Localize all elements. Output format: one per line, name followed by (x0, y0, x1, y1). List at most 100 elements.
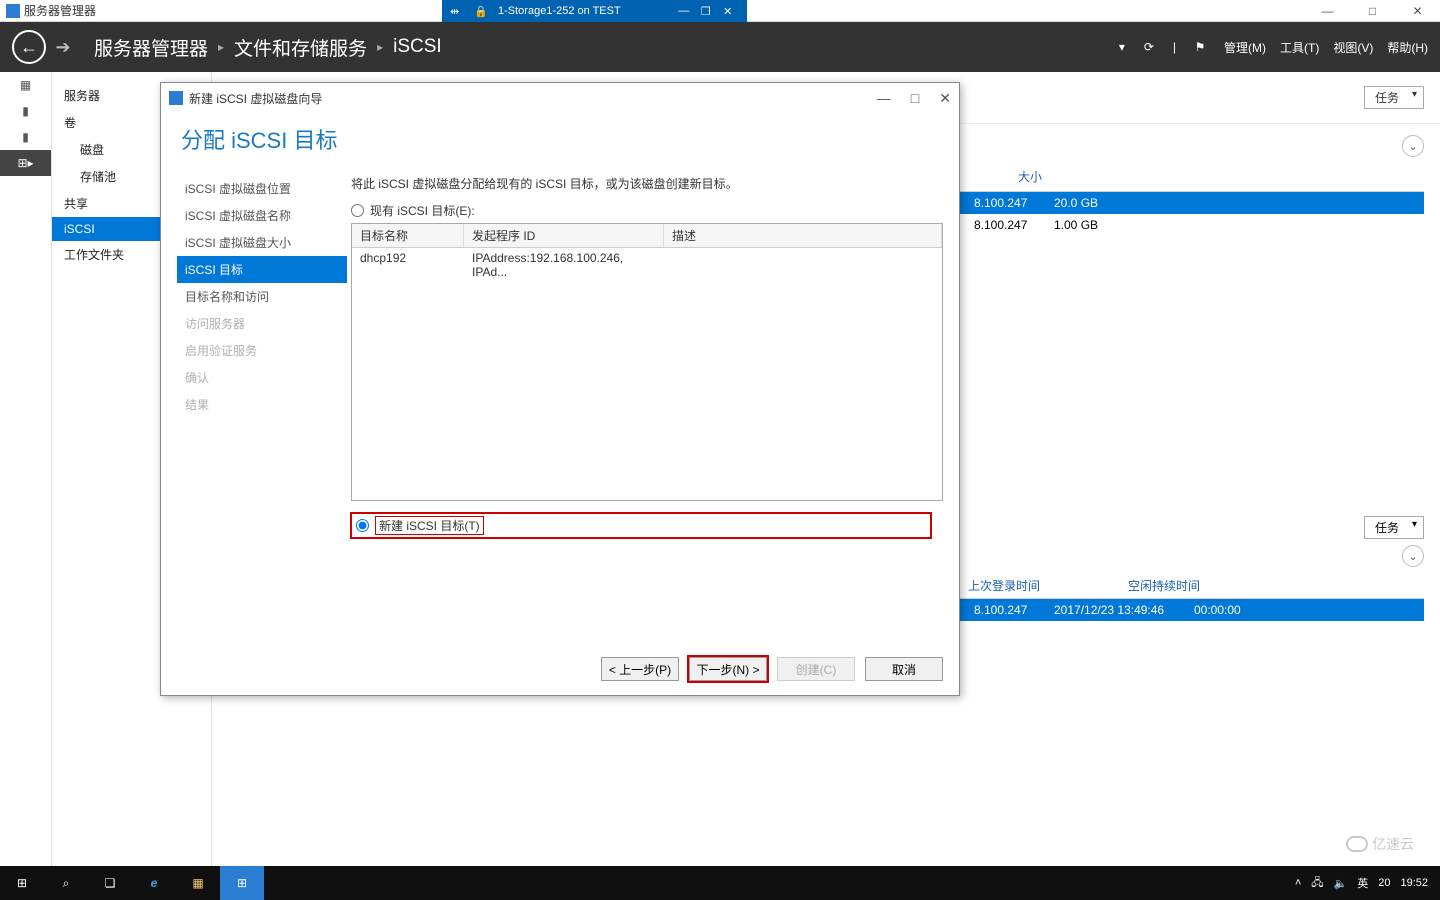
wizard-minimize-button[interactable]: — (877, 90, 891, 107)
outer-window-title: 服务器管理器 (24, 2, 96, 19)
chevron-right-icon: ▸ (377, 40, 383, 54)
refresh-icon[interactable]: ⟳ (1139, 37, 1159, 57)
new-iscsi-disk-wizard: 新建 iSCSI 虚拟磁盘向导 — □ ✕ 分配 iSCSI 目标 iSCSI … (160, 82, 960, 696)
forward-button: ➔ (54, 30, 72, 64)
app-icon (6, 4, 20, 18)
icon-rail: ▦ ▮ ▮ ⊞▸ (0, 72, 52, 866)
tasks-dropdown[interactable]: 任务 (1364, 86, 1424, 109)
vm-title: 1-Storage1-252 on TEST (498, 5, 621, 17)
wizard-step-access: 访问服务器 (177, 310, 347, 337)
task-view-icon[interactable]: ❏ (88, 866, 132, 900)
wizard-step-location[interactable]: iSCSI 虚拟磁盘位置 (177, 175, 347, 202)
create-button: 创建(C) (777, 657, 855, 681)
wizard-steps: iSCSI 虚拟磁盘位置 iSCSI 虚拟磁盘名称 iSCSI 虚拟磁盘大小 i… (177, 175, 347, 643)
breadcrumb-leaf: iSCSI (393, 36, 442, 58)
wizard-step-result: 结果 (177, 391, 347, 418)
session-idle: 00:00:00 (1188, 601, 1318, 619)
wizard-description: 将此 iSCSI 虚拟磁盘分配给现有的 iSCSI 目标，或为该磁盘创建新目标。 (351, 175, 943, 192)
radio-new-label: 新建 iSCSI 目标(T) (375, 516, 484, 535)
menu-help[interactable]: 帮助(H) (1387, 39, 1428, 56)
watermark: 亿速云 (1346, 834, 1414, 854)
col-idle[interactable]: 空闲持续时间 (1128, 577, 1258, 594)
radio-existing-label: 现有 iSCSI 目标(E): (370, 202, 475, 219)
divider: | (1173, 40, 1176, 54)
col-last-login[interactable]: 上次登录时间 (968, 577, 1128, 594)
outer-maximize-button[interactable]: □ (1350, 0, 1395, 22)
wizard-step-target[interactable]: iSCSI 目标 (177, 256, 347, 283)
ime-indicator[interactable]: 英 (1357, 875, 1368, 891)
row-size: 20.0 GB (1048, 194, 1118, 212)
dropdown-caret-icon[interactable]: ▾ (1119, 40, 1125, 54)
row-size: 1.00 GB (1048, 216, 1118, 234)
prev-button[interactable]: < 上一步(P) (601, 657, 679, 681)
collapse-icon[interactable]: ⌄ (1402, 135, 1424, 157)
flag-icon[interactable]: ⚑ (1190, 37, 1210, 57)
tray-num: 20 (1378, 877, 1390, 889)
col-initiator-id[interactable]: 发起程序 ID (464, 224, 664, 247)
col-description[interactable]: 描述 (664, 224, 942, 247)
rail-all-icon[interactable]: ▮ (0, 124, 51, 150)
collapse-icon[interactable]: ⌄ (1402, 545, 1424, 567)
col-size[interactable]: 大小 (968, 166, 1048, 187)
breadcrumb-level1[interactable]: 文件和存储服务 (234, 34, 367, 61)
vm-close-button[interactable]: ✕ (717, 2, 739, 20)
wizard-content: 将此 iSCSI 虚拟磁盘分配给现有的 iSCSI 目标，或为该磁盘创建新目标。… (351, 175, 943, 643)
taskbar-search-icon[interactable]: ⌕ (44, 866, 88, 900)
outer-minimize-button[interactable]: — (1305, 0, 1350, 22)
next-button[interactable]: 下一步(N) > (689, 657, 767, 681)
radio-existing-input[interactable] (351, 204, 364, 217)
volume-icon[interactable]: 🔈 (1334, 877, 1348, 890)
wizard-title: 新建 iSCSI 虚拟磁盘向导 (189, 90, 322, 107)
outer-close-button[interactable]: ✕ (1395, 0, 1440, 22)
watermark-text: 亿速云 (1372, 834, 1414, 854)
radio-new-target[interactable]: 新建 iSCSI 目标(T) (351, 513, 931, 538)
wizard-close-button[interactable]: ✕ (939, 90, 951, 107)
wizard-heading: 分配 iSCSI 目标 (161, 113, 959, 175)
vm-minimize-button[interactable]: — (673, 2, 695, 20)
rail-local-icon[interactable]: ▮ (0, 98, 51, 124)
ie-icon[interactable]: e (132, 866, 176, 900)
file-explorer-icon[interactable]: ▦ (176, 866, 220, 900)
menu-manage[interactable]: 管理(M) (1224, 39, 1266, 56)
row-ip: 8.100.247 (968, 194, 1048, 212)
outer-window-controls: — □ ✕ (1305, 0, 1440, 22)
row-ip: 8.100.247 (968, 216, 1048, 234)
existing-targets-table: 目标名称 发起程序 ID 描述 dhcp192 IPAddress:192.16… (351, 223, 943, 501)
tray-overflow-icon[interactable]: ˄ (1295, 877, 1301, 889)
wizard-step-confirm: 确认 (177, 364, 347, 391)
network-icon[interactable]: 🖧 (1311, 874, 1323, 893)
wizard-titlebar[interactable]: 新建 iSCSI 虚拟磁盘向导 — □ ✕ (161, 83, 959, 113)
system-tray: ˄ 🖧 🔈 英 20 19:52 (1283, 874, 1440, 893)
wizard-maximize-button[interactable]: □ (911, 90, 919, 107)
session-ip: 8.100.247 (968, 601, 1048, 619)
target-desc (664, 248, 942, 282)
vm-connection-bar[interactable]: ⇹ 🔒 1-Storage1-252 on TEST — ❐ ✕ (442, 0, 747, 22)
back-button[interactable]: ← (12, 30, 46, 64)
target-name: dhcp192 (352, 248, 464, 282)
server-manager-taskbar-icon[interactable]: ⊞ (220, 866, 264, 900)
wizard-step-name[interactable]: iSCSI 虚拟磁盘名称 (177, 202, 347, 229)
rail-storage-icon[interactable]: ⊞▸ (0, 150, 51, 176)
radio-new-input[interactable] (356, 519, 369, 532)
rail-dashboard-icon[interactable]: ▦ (0, 72, 51, 98)
chevron-right-icon: ▸ (218, 40, 224, 54)
radio-existing-target[interactable]: 现有 iSCSI 目标(E): (351, 202, 943, 219)
pin-icon[interactable]: ⇹ (450, 5, 462, 17)
menu-view[interactable]: 视图(V) (1333, 39, 1373, 56)
wizard-step-size[interactable]: iSCSI 虚拟磁盘大小 (177, 229, 347, 256)
wizard-footer: < 上一步(P) 下一步(N) > 创建(C) 取消 (161, 643, 959, 695)
vm-restore-button[interactable]: ❐ (695, 2, 717, 20)
col-target-name[interactable]: 目标名称 (352, 224, 464, 247)
app-header: ← ➔ 服务器管理器 ▸ 文件和存储服务 ▸ iSCSI ▾ ⟳ | ⚑ 管理(… (0, 22, 1440, 72)
tasks-dropdown-lower[interactable]: 任务 (1364, 516, 1424, 539)
wizard-step-target-name[interactable]: 目标名称和访问 (177, 283, 347, 310)
start-button[interactable]: ⊞ (0, 866, 44, 900)
target-row[interactable]: dhcp192 IPAddress:192.168.100.246, IPAd.… (352, 248, 942, 282)
menu-tools[interactable]: 工具(T) (1280, 39, 1319, 56)
breadcrumb-root[interactable]: 服务器管理器 (94, 34, 208, 61)
lock-icon: 🔒 (474, 5, 486, 17)
cancel-button[interactable]: 取消 (865, 657, 943, 681)
clock[interactable]: 19:52 (1400, 877, 1428, 889)
target-initiator: IPAddress:192.168.100.246, IPAd... (464, 248, 664, 282)
taskbar[interactable]: ⊞ ⌕ ❏ e ▦ ⊞ ˄ 🖧 🔈 英 20 19:52 (0, 866, 1440, 900)
